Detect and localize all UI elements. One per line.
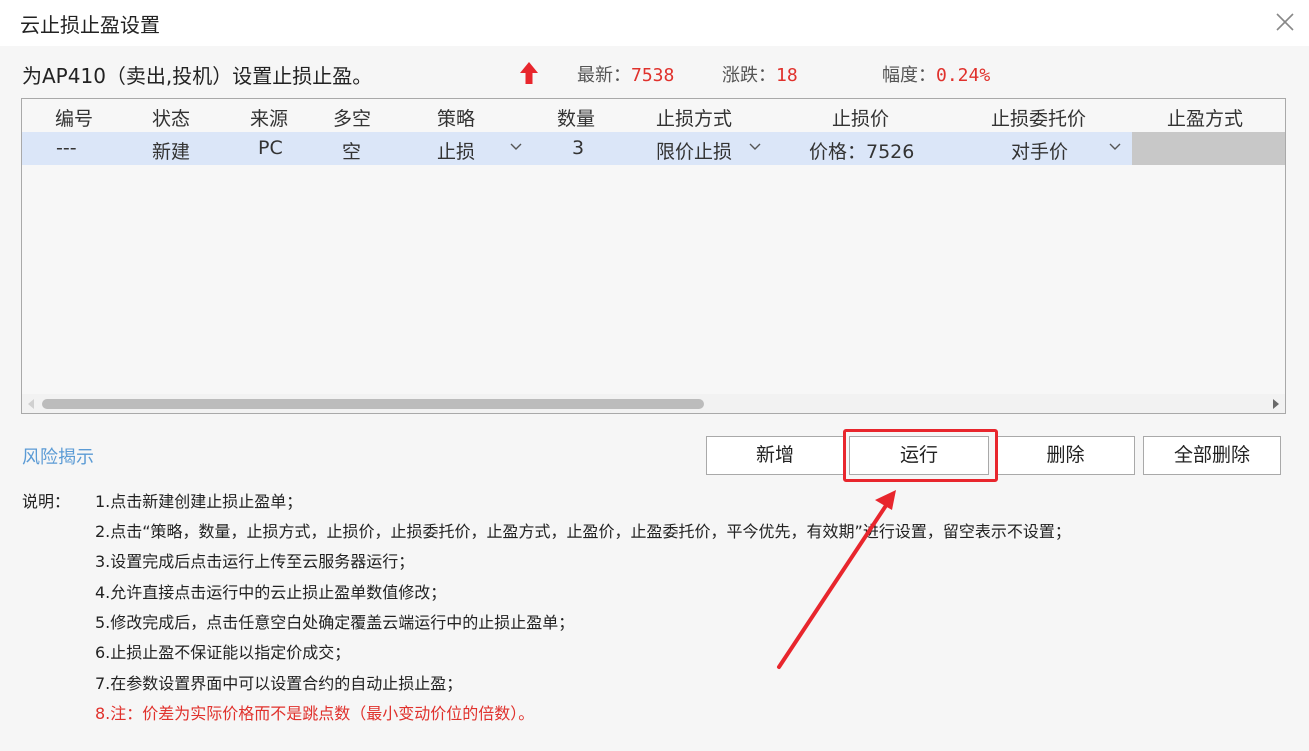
cell-quantity[interactable]: 3: [572, 137, 584, 159]
horizontal-scrollbar[interactable]: [22, 394, 1285, 413]
table-row[interactable]: --- 新建 PC 空 止损 3 限价止损 价格：7526 对手价: [22, 132, 1285, 165]
column-header-stop-method: 止损方式: [656, 108, 733, 130]
table-header: 编号 状态 来源 多空 策略 数量 止损方式 止损价 止损委托价 止盈方式: [22, 99, 1285, 132]
note-item: 1.点击新建创建止损止盈单；: [95, 492, 303, 511]
note-item: 5.修改完成后，点击任意空白处确定覆盖云端运行中的止损止盈单；: [95, 613, 575, 632]
scroll-right-icon[interactable]: [1271, 398, 1281, 410]
stop-order-price-select[interactable]: 对手价: [1011, 137, 1068, 164]
column-header-quantity: 数量: [557, 108, 596, 130]
price-range-label: 幅度：: [882, 65, 936, 86]
cell-stop-price[interactable]: 价格：7526: [809, 137, 914, 164]
chevron-down-icon[interactable]: [749, 141, 761, 151]
window-title: 云止损止盈设置: [20, 13, 160, 37]
price-range: 幅度：0.24%: [882, 61, 990, 87]
cell-direction: 空: [342, 141, 362, 163]
title-bar: 云止损止盈设置: [0, 0, 1309, 46]
cell-source: PC: [258, 137, 283, 159]
latest-price: 最新：7538: [577, 61, 674, 87]
note-item: 3.设置完成后点击运行上传至云服务器运行；: [95, 552, 415, 571]
latest-price-label: 最新：: [577, 65, 631, 86]
up-arrow-icon: [520, 62, 538, 84]
delete-button[interactable]: 删除: [996, 436, 1135, 475]
column-header-strategy: 策略: [437, 108, 476, 130]
column-header-take-profit-method: 止盈方式: [1167, 108, 1244, 130]
strategy-select[interactable]: 止损: [437, 137, 475, 164]
contract-description: 为AP410（卖出,投机）设置止损止盈。: [22, 64, 373, 88]
note-item: 7.在参数设置界面中可以设置合约的自动止损止盈；: [95, 674, 463, 693]
risk-disclosure-link[interactable]: 风险揭示: [22, 443, 94, 469]
price-change-value: 18: [776, 65, 798, 86]
add-button[interactable]: 新增: [706, 436, 844, 475]
price-range-value: 0.24%: [936, 65, 991, 86]
scroll-thumb[interactable]: [42, 399, 704, 409]
stop-method-select[interactable]: 限价止损: [656, 137, 732, 164]
latest-price-value: 7538: [631, 65, 675, 86]
stop-order-table: 编号 状态 来源 多空 策略 数量 止损方式 止损价 止损委托价 止盈方式 --…: [21, 98, 1286, 414]
column-header-direction: 多空: [333, 108, 372, 130]
run-button[interactable]: 运行: [849, 436, 989, 475]
notes-label: 说明：: [22, 492, 71, 511]
chevron-down-icon[interactable]: [1109, 141, 1121, 151]
note-item-warning: 8.注：价差为实际价格而不是跳点数（最小变动价位的倍数）。: [95, 704, 535, 723]
column-header-stop-order-price: 止损委托价: [991, 108, 1087, 130]
note-item: 4.允许直接点击运行中的云止损止盈单数值修改；: [95, 583, 447, 602]
quote-info-bar: 为AP410（卖出,投机）设置止损止盈。 最新：7538 涨跌：18 幅度：0.…: [22, 58, 1292, 88]
cell-status: 新建: [152, 141, 191, 163]
column-header-id: 编号: [55, 108, 94, 130]
column-header-source: 来源: [250, 108, 289, 130]
price-change-label: 涨跌：: [722, 65, 776, 86]
column-header-stop-price: 止损价: [832, 108, 890, 130]
chevron-down-icon[interactable]: [510, 141, 522, 151]
note-item: 6.止损止盈不保证能以指定价成交；: [95, 643, 351, 662]
column-header-status: 状态: [152, 108, 191, 130]
note-item: 2.点击“策略，数量，止损方式，止损价，止损委托价，止盈方式，止盈价，止盈委托价…: [95, 522, 1071, 541]
close-icon[interactable]: [1273, 10, 1297, 34]
scroll-left-icon[interactable]: [26, 398, 36, 410]
cell-id: ---: [56, 137, 77, 159]
delete-all-button[interactable]: 全部删除: [1143, 436, 1281, 475]
price-change: 涨跌：18: [722, 61, 798, 87]
cell-take-profit-method[interactable]: [1132, 132, 1285, 165]
